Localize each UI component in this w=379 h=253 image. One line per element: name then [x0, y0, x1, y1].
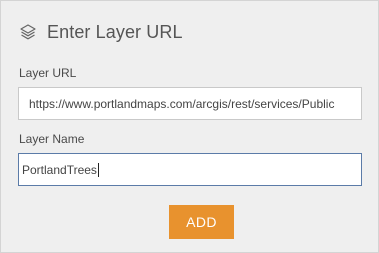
- layer-name-label: Layer Name: [19, 132, 85, 146]
- layer-url-input[interactable]: https://www.portlandmaps.com/arcgis/rest…: [18, 87, 362, 120]
- layer-url-value: https://www.portlandmaps.com/arcgis/rest…: [29, 96, 335, 111]
- layer-name-value: PortlandTrees: [22, 162, 97, 177]
- layer-name-input[interactable]: PortlandTrees: [18, 153, 362, 186]
- layer-url-label: Layer URL: [19, 66, 77, 80]
- text-cursor: [97, 162, 99, 177]
- dialog-title: Enter Layer URL: [47, 21, 183, 42]
- add-layer-panel: Enter Layer URL Layer URL https://www.po…: [0, 0, 379, 253]
- layers-icon: [19, 23, 37, 41]
- add-button[interactable]: ADD: [169, 205, 234, 239]
- panel-header: Enter Layer URL: [19, 20, 183, 44]
